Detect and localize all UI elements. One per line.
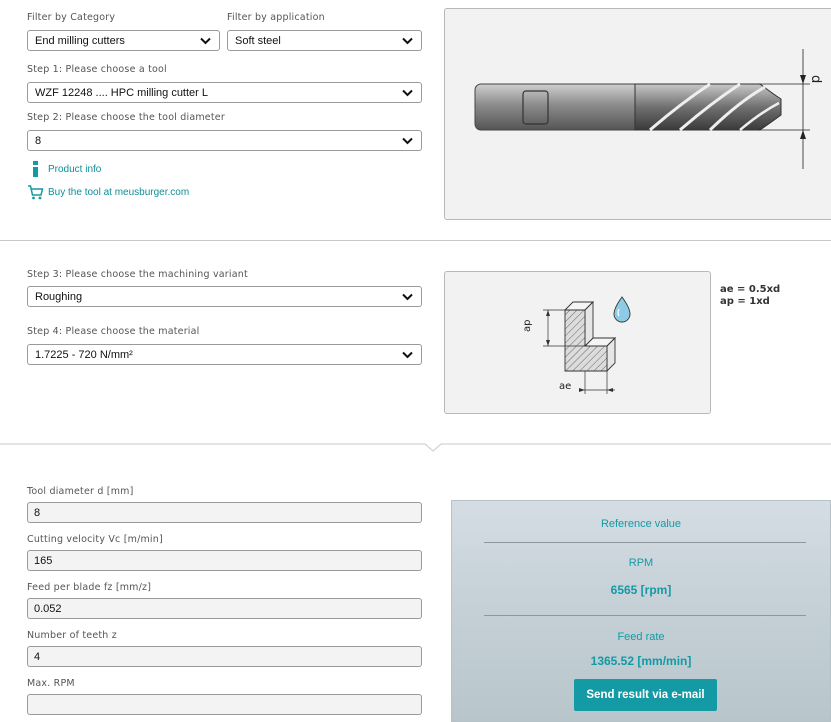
machining-diagram: ap ae [522,296,631,394]
chevron-down-icon [402,293,413,301]
field-label-number-of-teeth: Number of teeth z [27,630,117,641]
machining-diagram-panel: ap ae [444,271,711,414]
rpm-label: RPM [628,557,654,569]
feed-rate-value: 1365.52 [mm/min] [590,654,692,668]
feed-per-blade-input[interactable]: 0.052 [27,598,422,619]
ae-label: ae [559,381,571,392]
number-of-teeth-input[interactable]: 4 [27,646,422,667]
field-label-max-rpm: Max. RPM [27,678,75,689]
step4-material-value: 1.7225 - 720 N/mm² [35,349,133,361]
milling-cutter-illustration: d [474,49,823,169]
step3-label: Step 3: Please choose the machining vari… [27,269,248,280]
filter-category-label: Filter by Category [27,12,116,23]
filter-application-select[interactable]: Soft steel [227,30,422,51]
filter-application-value: Soft steel [235,35,281,47]
result-separator [484,542,806,543]
result-panel: Reference value RPM 6565 [rpm] Feed rate… [451,500,831,722]
rpm-value: 6565 [rpm] [610,583,672,597]
section-divider-1 [0,240,831,241]
section-divider-2 [0,438,831,452]
step3-variant-select[interactable]: Roughing [27,286,422,307]
filter-application-label: Filter by application [227,12,325,23]
filter-category-value: End milling cutters [35,35,125,47]
info-icon [33,161,38,177]
product-info-label: Product info [48,164,102,175]
field-label-feed-per-blade: Feed per blade fz [mm/z] [27,582,152,593]
ap-label: ap [522,320,533,332]
reference-value-label: Reference value [600,518,682,530]
buy-tool-label: Buy the tool at meusburger.com [48,187,190,198]
step2-label: Step 2: Please choose the tool diameter [27,112,225,123]
step1-label: Step 1: Please choose a tool [27,64,167,75]
step2-diameter-value: 8 [35,135,42,147]
tool-image-panel: d [444,8,831,220]
ap-formula: ap = 1xd [720,296,770,307]
ae-formula: ae = 0.5xd [720,284,781,295]
field-label-cutting-velocity: Cutting velocity Vc [m/min] [27,534,163,545]
step1-tool-value: WZF 12248 .... HPC milling cutter L [35,87,208,99]
filter-category-select[interactable]: End milling cutters [27,30,220,51]
send-email-button[interactable]: Send result via e-mail [574,679,717,711]
cutting-velocity-input[interactable]: 165 [27,550,422,571]
step2-diameter-select[interactable]: 8 [27,130,422,151]
chevron-down-icon [402,37,413,45]
field-label-tool-diameter: Tool diameter d [mm] [27,486,134,497]
feed-rate-label: Feed rate [617,631,665,643]
dimension-d-label: d [808,75,823,83]
step4-label: Step 4: Please choose the material [27,326,200,337]
chevron-down-icon [200,37,211,45]
result-separator [484,615,806,616]
chevron-down-icon [402,351,413,359]
shopping-cart-icon [28,185,44,200]
step3-variant-value: Roughing [35,291,83,303]
step1-tool-select[interactable]: WZF 12248 .... HPC milling cutter L [27,82,422,103]
chevron-down-icon [402,137,413,145]
step4-material-select[interactable]: 1.7225 - 720 N/mm² [27,344,422,365]
chevron-down-icon [402,89,413,97]
tool-diameter-input[interactable]: 8 [27,502,422,523]
max-rpm-input[interactable] [27,694,422,715]
